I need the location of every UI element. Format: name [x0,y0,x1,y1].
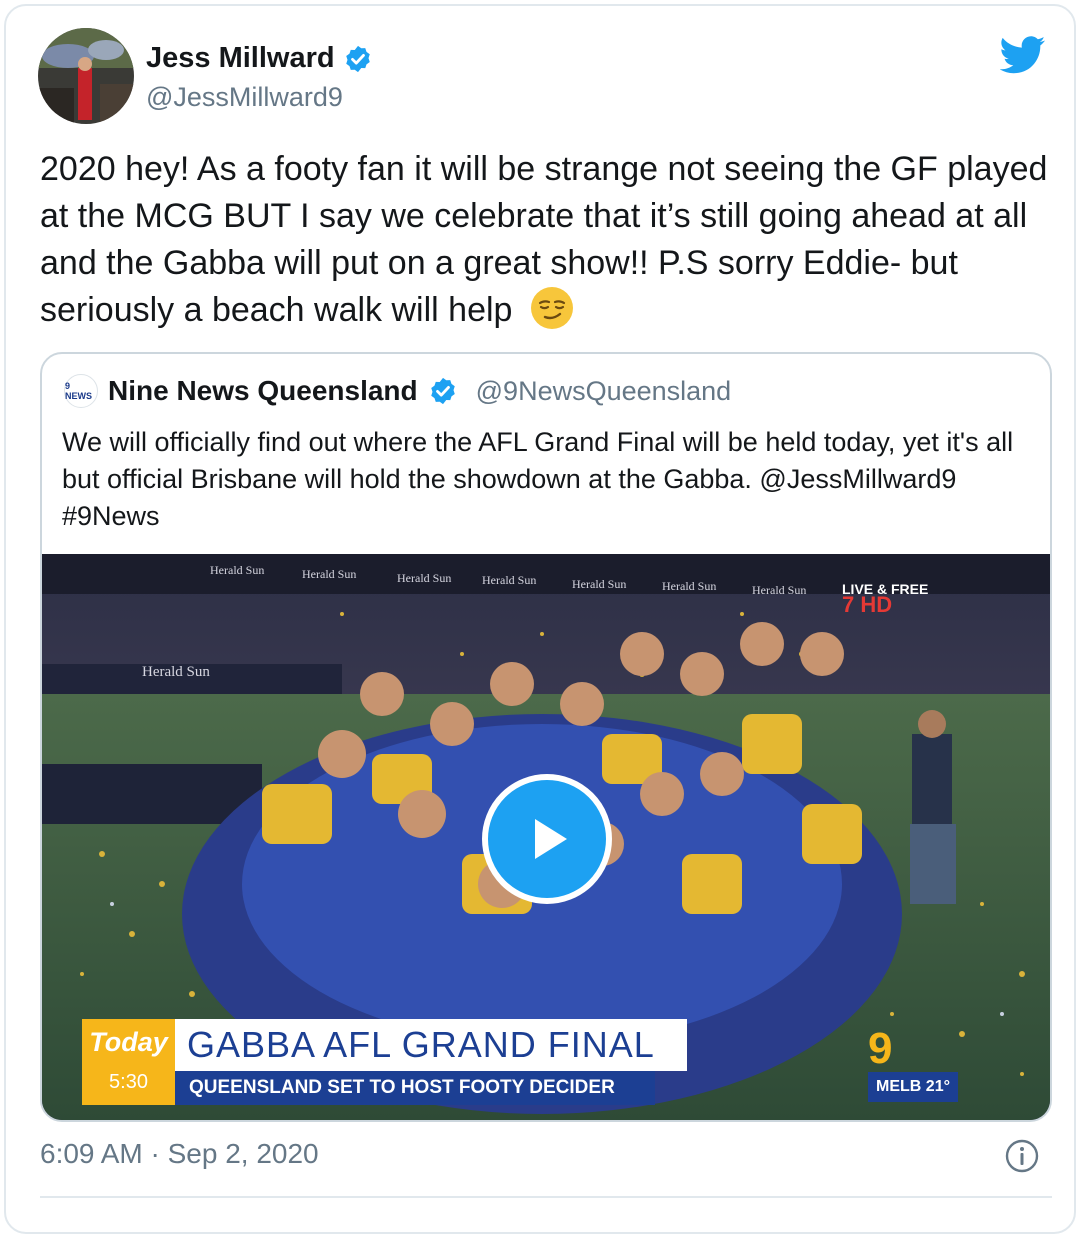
today-time: 5:30 [109,1071,148,1093]
verified-badge-icon [430,377,455,405]
twitter-bird-icon[interactable] [1000,36,1046,74]
signage-text: Herald Sun [397,571,451,585]
footer-divider [40,1196,1052,1198]
signage-text: Herald Sun [572,577,626,591]
signage-text: Herald Sun [482,573,536,587]
signage-text: Herald Sun [302,567,356,581]
quoted-author-handle[interactable]: @9NewsQueensland [476,376,732,407]
nine-news-logo-text: 9 NEWS [65,381,92,401]
seven-hd-badge: 7 HD [842,592,893,617]
weather-badge: MELB 21° [868,1072,958,1102]
nine-news-logo[interactable]: 9 NEWS [64,374,98,408]
play-icon [535,819,567,859]
broadcast-subheadline: QUEENSLAND SET TO HOST FOOTY DECIDER [175,1071,655,1105]
signage-text: Herald Sun [662,579,716,593]
play-button[interactable] [482,774,612,904]
today-badge: Today 5:30 [82,1019,175,1105]
quoted-text: We will officially find out where the AF… [62,427,1014,531]
author-name[interactable]: Jess Millward [146,42,335,75]
live-free-badge: LIVE & FREE 7 HD [842,582,928,617]
smirking-face-icon [530,287,573,330]
signage-text: Herald Sun [142,664,210,680]
author-avatar[interactable] [38,28,134,124]
quoted-header: 9 NEWS Nine News Queensland @9NewsQueens… [64,374,731,408]
author-handle[interactable]: @JessMillward9 [146,82,343,113]
today-program: Today [89,1027,168,1057]
channel-nine-logo: 9 [868,1024,893,1073]
signage-text: Herald Sun [752,583,806,597]
author-name-row[interactable]: Jess Millward [146,42,373,75]
quoted-tweet[interactable]: 9 NEWS Nine News Queensland @9NewsQueens… [40,352,1052,1122]
broadcast-headline: GABBA AFL GRAND FINAL [175,1019,687,1071]
tweet-text: 2020 hey! As a footy fan it will be stra… [40,146,1050,334]
signage-text: Herald Sun [210,563,264,577]
tweet-timestamp[interactable]: 6:09 AM · Sep 2, 2020 [40,1138,319,1170]
video-thumbnail[interactable]: Herald Sun Herald Sun Herald Sun Herald … [42,554,1050,1120]
quoted-author-name[interactable]: Nine News Queensland [108,375,418,407]
tweet-card: Jess Millward @JessMillward9 2020 hey! A… [4,4,1076,1234]
info-icon[interactable] [1004,1138,1040,1174]
verified-badge-icon [345,45,370,72]
